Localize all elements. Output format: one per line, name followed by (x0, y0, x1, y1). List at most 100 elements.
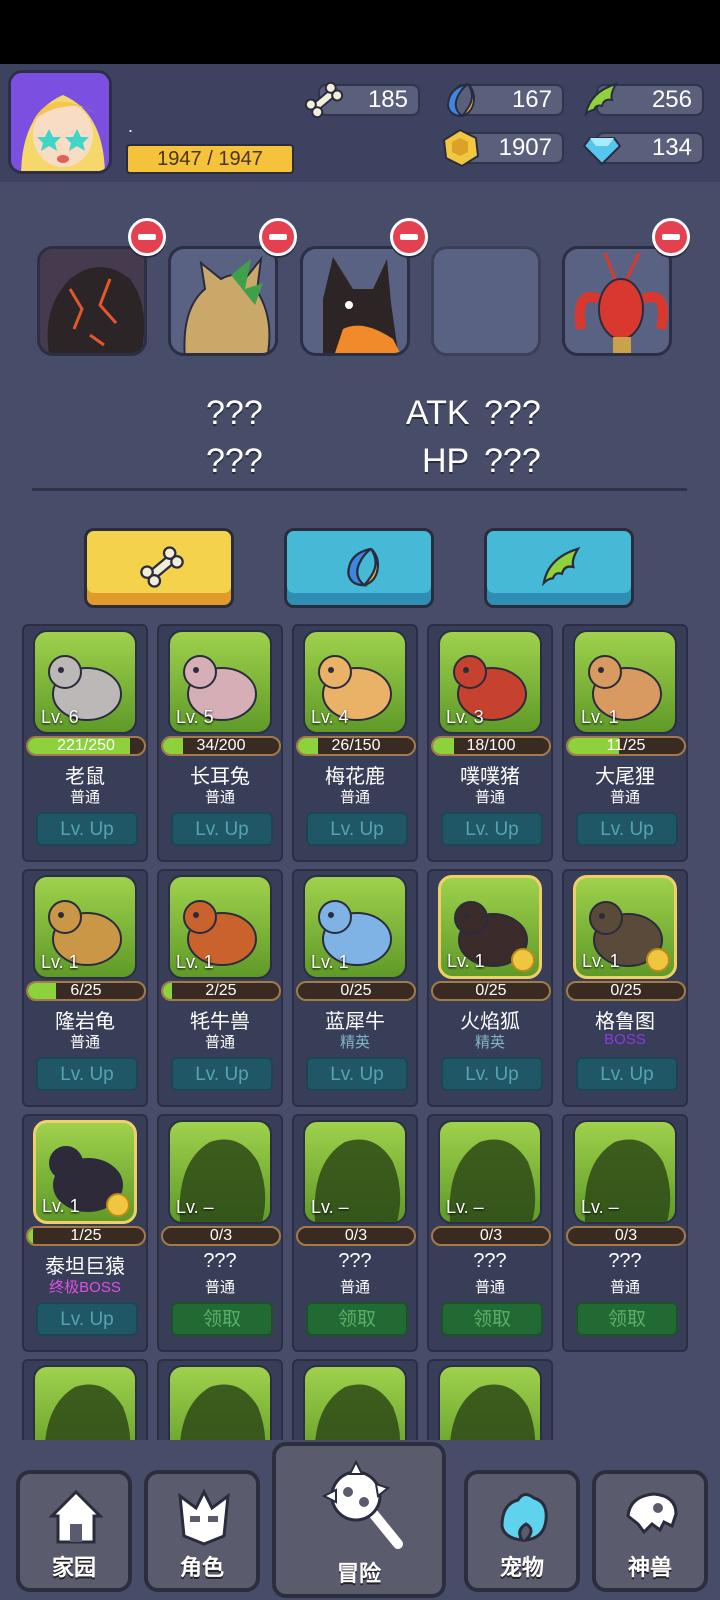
pet-portrait[interactable]: Lv. – (573, 1120, 677, 1224)
pet-card[interactable] (22, 1359, 148, 1440)
pet-progress-text: 2/25 (205, 982, 237, 999)
tab-leaf[interactable] (484, 528, 634, 608)
pet-portrait[interactable]: Lv. 1 (573, 630, 677, 734)
remove-slot-1-button[interactable] (128, 218, 166, 256)
nav-pet[interactable]: 宠物 (464, 1470, 580, 1592)
level-up-button[interactable]: Lv. Up (576, 812, 678, 846)
level-up-button[interactable]: Lv. Up (441, 1057, 543, 1091)
level-up-button[interactable]: Lv. Up (441, 812, 543, 846)
pet-card[interactable]: Lv. – 0/3 ??? 普通 领取 (292, 1114, 418, 1352)
pet-progress-bar: 18/100 (431, 736, 551, 756)
pet-card[interactable]: Lv. 1 1/25 泰坦巨猿 终极BOSS Lv. Up (22, 1114, 148, 1352)
pet-card[interactable]: Lv. 1 2/25 牦牛兽 普通 Lv. Up (157, 869, 283, 1107)
pet-portrait[interactable] (33, 1365, 137, 1440)
pet-level: Lv. 1 (447, 951, 485, 971)
pet-card[interactable]: Lv. – 0/3 ??? 普通 领取 (157, 1114, 283, 1352)
pet-progress-text: 26/150 (331, 737, 381, 754)
pet-portrait[interactable] (438, 1365, 542, 1440)
pet-progress-text: 11/25 (606, 737, 646, 754)
pet-level: Lv. 1 (311, 952, 349, 972)
crescent-currency: 167 (446, 83, 564, 118)
team-slot-2[interactable] (168, 246, 278, 356)
pet-card[interactable]: Lv. 1 0/25 火焰狐 精英 Lv. Up (427, 869, 553, 1107)
tab-bone[interactable] (84, 528, 234, 608)
team-slot-1[interactable] (37, 246, 147, 356)
level-up-button[interactable]: Lv. Up (36, 1057, 138, 1091)
pet-portrait[interactable] (168, 1365, 272, 1440)
pet-card[interactable]: Lv. 1 11/25 大尾狸 普通 Lv. Up (562, 624, 688, 862)
pet-portrait[interactable]: Lv. 1 (33, 875, 137, 979)
level-up-button[interactable]: Lv. Up (171, 1057, 273, 1091)
claim-button[interactable]: 领取 (306, 1302, 408, 1336)
team-slot-5[interactable] (562, 246, 672, 356)
pet-portrait[interactable]: Lv. 5 (168, 630, 272, 734)
team-slot-3[interactable] (300, 246, 410, 356)
leaf-wing-icon (542, 546, 581, 587)
pet-rarity: 普通 (609, 789, 640, 806)
pet-progress-bar: 0/25 (431, 981, 551, 1001)
bottom-nav: 家园 角色 冒险 宠物 神兽 (0, 1440, 720, 1600)
claim-button[interactable]: 领取 (171, 1302, 273, 1336)
pet-card[interactable]: Lv. 3 18/100 噗噗猪 普通 Lv. Up (427, 624, 553, 862)
bone-currency: 185 (304, 81, 420, 119)
home-icon (48, 1489, 104, 1544)
pet-card[interactable]: Lv. 1 6/25 隆岩龟 普通 Lv. Up (22, 869, 148, 1107)
player-avatar[interactable] (8, 70, 112, 174)
nav-home[interactable]: 家园 (16, 1470, 132, 1592)
pet-progress-bar: 0/3 (161, 1226, 281, 1246)
pet-rarity: 终极BOSS (49, 1279, 121, 1296)
level-up-button[interactable]: Lv. Up (306, 1057, 408, 1091)
level-up-button[interactable]: Lv. Up (576, 1057, 678, 1091)
pet-portrait[interactable] (303, 1365, 407, 1440)
pet-name: ??? (608, 1250, 642, 1272)
pet-portrait[interactable]: Lv. – (438, 1120, 542, 1224)
pet-card[interactable]: Lv. 6 221/250 老鼠 普通 Lv. Up (22, 624, 148, 862)
pet-rarity: 普通 (204, 1279, 235, 1296)
remove-slot-2-button[interactable] (259, 218, 297, 256)
pet-card[interactable]: Lv. 4 26/150 梅花鹿 普通 Lv. Up (292, 624, 418, 862)
pet-progress-bar: 2/25 (161, 981, 281, 1001)
pet-portrait[interactable]: Lv. 3 (438, 630, 542, 734)
tab-crescent[interactable] (284, 528, 434, 608)
pet-progress-bar: 6/25 (26, 981, 146, 1001)
pet-name: 长耳兔 (190, 766, 250, 788)
pet-progress-text: 0/25 (340, 982, 372, 999)
pet-portrait[interactable]: Lv. 1 (438, 875, 542, 979)
pet-card[interactable] (292, 1359, 418, 1440)
pet-portrait[interactable]: Lv. 1 (33, 1120, 137, 1224)
pet-card[interactable]: Lv. – 0/3 ??? 普通 领取 (427, 1114, 553, 1352)
pet-rarity: 普通 (474, 1279, 505, 1296)
nav-role[interactable]: 角色 (144, 1470, 260, 1592)
team-slot-4-empty[interactable] (431, 246, 541, 356)
pet-portrait[interactable]: Lv. – (303, 1120, 407, 1224)
pet-portrait[interactable]: Lv. 1 (573, 875, 677, 979)
crescent-icon (446, 83, 476, 118)
level-up-button[interactable]: Lv. Up (306, 812, 408, 846)
level-up-button[interactable]: Lv. Up (36, 812, 138, 846)
bone-icon (140, 546, 184, 588)
pet-level: Lv. 6 (41, 707, 79, 727)
nav-home-label: 家园 (51, 1555, 96, 1580)
claim-button[interactable]: 领取 (576, 1302, 678, 1336)
pet-portrait[interactable]: Lv. 4 (303, 630, 407, 734)
pet-portrait[interactable]: Lv. 6 (33, 630, 137, 734)
level-up-button[interactable]: Lv. Up (36, 1302, 138, 1336)
nav-beast[interactable]: 神兽 (592, 1470, 708, 1592)
claim-button[interactable]: 领取 (441, 1302, 543, 1336)
pet-card[interactable] (427, 1359, 553, 1440)
player-header: . 1947 / 1947 185 167 256 1907 134 (0, 64, 720, 182)
pet-card[interactable]: Lv. 1 0/25 格鲁图 BOSS Lv. Up (562, 869, 688, 1107)
pet-card[interactable] (157, 1359, 283, 1440)
pet-portrait[interactable]: Lv. – (168, 1120, 272, 1224)
pet-card[interactable]: Lv. 1 0/25 蓝犀牛 精英 Lv. Up (292, 869, 418, 1107)
pet-card[interactable]: Lv. 5 34/200 长耳兔 普通 Lv. Up (157, 624, 283, 862)
nav-adventure[interactable]: 冒险 (272, 1442, 446, 1598)
remove-slot-5-button[interactable] (652, 218, 690, 256)
pet-card[interactable]: Lv. – 0/3 ??? 普通 领取 (562, 1114, 688, 1352)
pet-portrait[interactable]: Lv. 1 (303, 875, 407, 979)
level-up-button[interactable]: Lv. Up (171, 812, 273, 846)
gem-count: 134 (651, 134, 692, 161)
remove-slot-3-button[interactable] (390, 218, 428, 256)
pet-name: ??? (203, 1250, 237, 1272)
pet-portrait[interactable]: Lv. 1 (168, 875, 272, 979)
